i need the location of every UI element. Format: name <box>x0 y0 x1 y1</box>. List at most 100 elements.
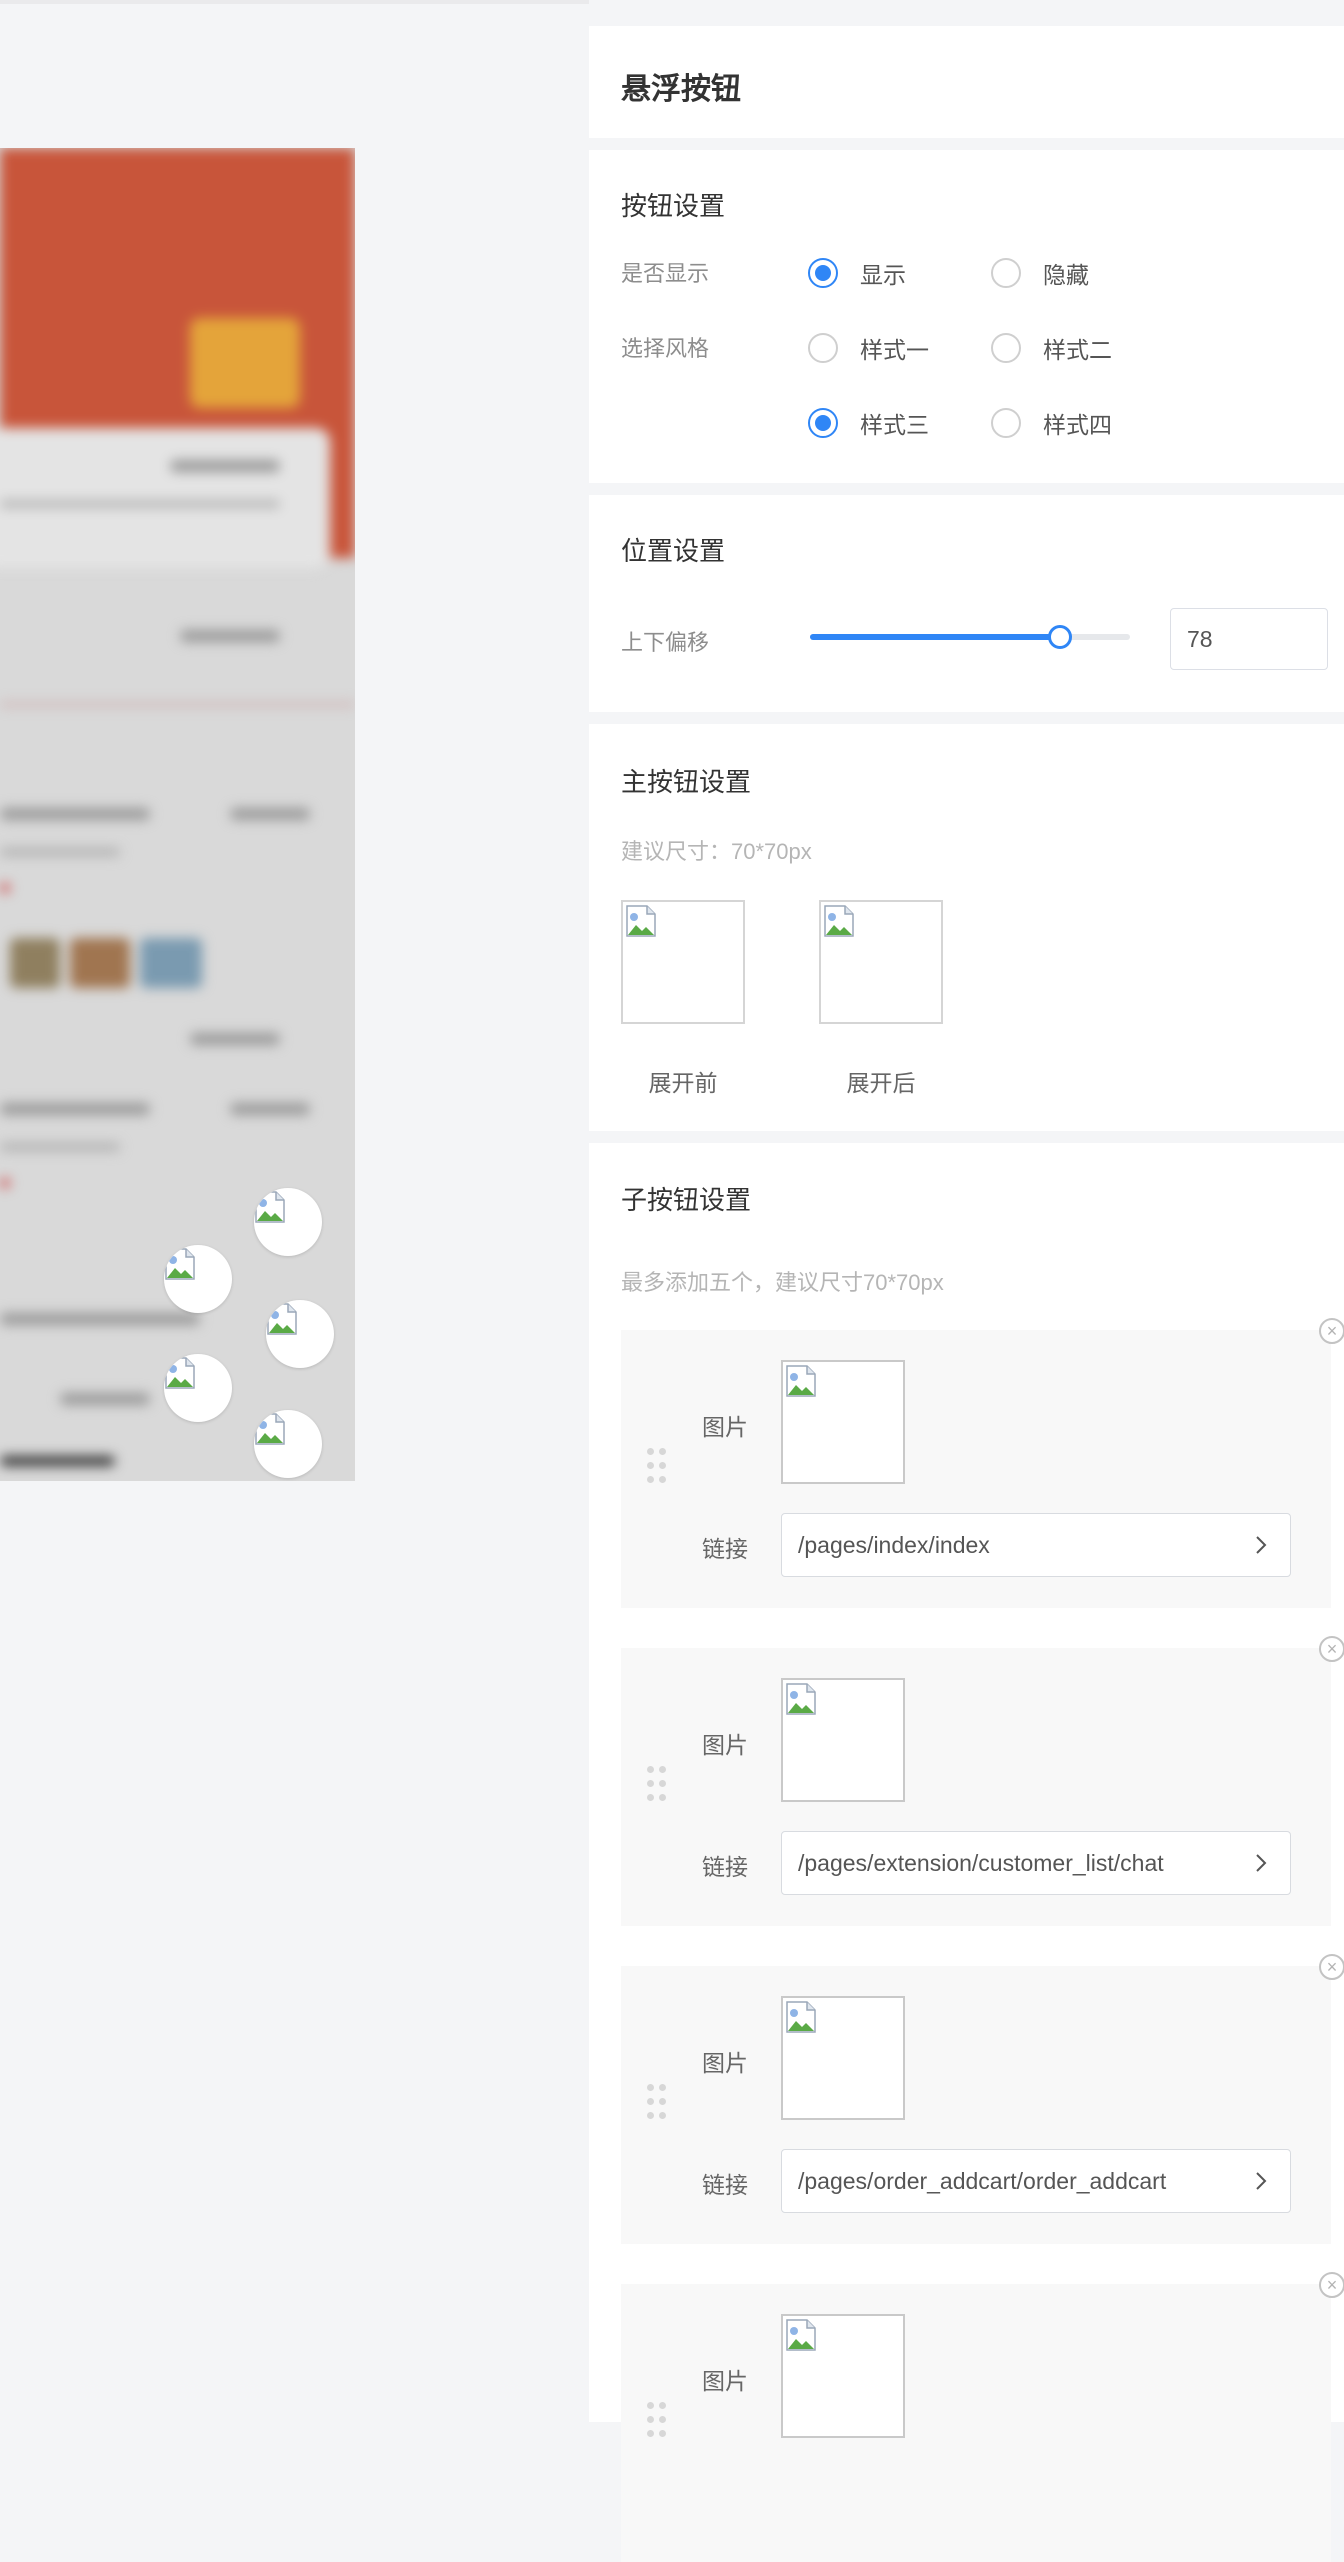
radio-style-1[interactable]: 样式一 <box>808 330 929 366</box>
broken-image-icon <box>626 905 656 937</box>
preview-text-bar <box>230 808 310 820</box>
show-label: 是否显示 <box>621 261 710 286</box>
image-label: 图片 <box>702 1732 748 1758</box>
sub-button-card: × 图片 链接 /pages/order_addcart/order_addca… <box>621 1954 1344 2244</box>
link-value: /pages/index/index <box>798 1532 990 1558</box>
broken-image-icon <box>786 1683 816 1715</box>
image-label: 图片 <box>702 2368 748 2394</box>
section-title: 按钮设置 <box>621 191 726 221</box>
drag-handle-icon[interactable] <box>647 1766 667 1802</box>
preview-text-bar <box>190 1033 280 1045</box>
preview-thumb <box>10 938 60 988</box>
drag-handle-icon[interactable] <box>647 2402 667 2438</box>
radio-style-3[interactable]: 样式三 <box>808 405 929 441</box>
close-circle-icon[interactable]: × <box>1319 1954 1344 1980</box>
radio-circle <box>808 333 838 363</box>
radio-label: 样式四 <box>1043 412 1112 438</box>
preview-text-bar <box>180 630 280 642</box>
float-main-button[interactable] <box>254 1410 322 1478</box>
float-sub-button[interactable] <box>254 1188 322 1256</box>
preview-text-bar <box>0 1313 200 1325</box>
close-circle-icon[interactable]: × <box>1319 2272 1344 2298</box>
chevron-right-icon <box>1256 1854 1267 1872</box>
link-value: /pages/order_addcart/order_addcart <box>798 2168 1167 2194</box>
broken-image-icon <box>165 1248 195 1280</box>
caption-after: 展开后 <box>846 1070 916 1096</box>
offset-label: 上下偏移 <box>621 630 710 655</box>
preview-card <box>0 428 330 568</box>
preview-thumb <box>140 938 202 988</box>
image-upload-before[interactable] <box>621 900 745 1024</box>
radio-label: 显示 <box>860 262 906 288</box>
sub-image-upload[interactable] <box>781 1678 905 1802</box>
chevron-right-icon <box>1256 2172 1267 2190</box>
link-select[interactable]: /pages/index/index <box>781 1513 1291 1577</box>
sub-image-upload[interactable] <box>781 1360 905 1484</box>
radio-circle <box>808 258 838 288</box>
broken-image-icon <box>786 2001 816 2033</box>
slider-handle[interactable] <box>1047 625 1072 649</box>
link-select[interactable]: /pages/extension/customer_list/chat <box>781 1831 1291 1895</box>
position-settings-section <box>589 495 1344 712</box>
link-label: 链接 <box>702 2172 748 2198</box>
broken-image-icon <box>267 1303 297 1335</box>
preview-text-bar <box>170 460 280 472</box>
radio-style-4[interactable]: 样式四 <box>991 405 1112 441</box>
section-title: 主按钮设置 <box>621 767 752 797</box>
preview-thumb <box>70 938 130 988</box>
offset-slider[interactable] <box>810 625 1130 649</box>
sub-buttons-section: 子按钮设置 最多添加五个，建议尺寸70*70px × 图片 链接 /pages/… <box>589 1143 1344 2562</box>
link-label: 链接 <box>702 1536 748 1562</box>
radio-hide[interactable]: 隐藏 <box>991 255 1089 291</box>
size-hint: 建议尺寸：70*70px <box>621 839 812 864</box>
link-label: 链接 <box>702 1854 748 1880</box>
sub-button-card: × 图片 <box>621 2272 1344 2562</box>
preview-logo <box>190 318 300 408</box>
slider-fill <box>810 634 1060 640</box>
float-sub-button[interactable] <box>266 1300 334 1368</box>
close-circle-icon[interactable]: × <box>1319 1636 1344 1662</box>
preview-dot <box>0 1178 10 1188</box>
preview-text-bar <box>0 1143 120 1151</box>
section-title: 位置设置 <box>621 536 726 566</box>
panel-header: 悬浮按钮 <box>589 26 1344 138</box>
radio-show[interactable]: 显示 <box>808 255 906 291</box>
sub-button-card: × 图片 链接 /pages/extension/customer_list/c… <box>621 1636 1344 1926</box>
link-select[interactable]: /pages/order_addcart/order_addcart <box>781 2149 1291 2213</box>
broken-image-icon <box>786 2319 816 2351</box>
preview-text-bar <box>0 1103 150 1115</box>
preview-text-bar <box>60 1393 150 1405</box>
radio-style-2[interactable]: 样式二 <box>991 330 1112 366</box>
drag-handle-icon[interactable] <box>647 1448 667 1484</box>
radio-label: 样式三 <box>860 412 929 438</box>
phone-preview <box>0 148 355 1481</box>
preview-divider <box>0 703 355 706</box>
chevron-right-icon <box>1256 1536 1267 1554</box>
radio-circle <box>991 408 1021 438</box>
image-upload-after[interactable] <box>819 900 943 1024</box>
float-sub-button[interactable] <box>164 1354 232 1422</box>
button-settings-section: 按钮设置 是否显示 显示 隐藏 选择风格 样式一 样式二 样式三 样式四 <box>589 150 1344 483</box>
preview-home-indicator <box>0 1456 115 1466</box>
settings-panel: 悬浮按钮 按钮设置 是否显示 显示 隐藏 选择风格 样式一 样式二 样式三 样式… <box>589 0 1344 2562</box>
radio-circle <box>991 258 1021 288</box>
sub-image-upload[interactable] <box>781 1996 905 2120</box>
drag-handle-icon[interactable] <box>647 2084 667 2120</box>
preview-dot <box>0 883 10 893</box>
broken-image-icon <box>165 1357 195 1389</box>
panel-title: 悬浮按钮 <box>621 73 741 106</box>
broken-image-icon <box>255 1191 285 1223</box>
radio-label: 样式一 <box>860 337 929 363</box>
preview-text-bar <box>230 1103 310 1115</box>
close-circle-icon[interactable]: × <box>1319 1318 1344 1344</box>
sub-image-upload[interactable] <box>781 2314 905 2438</box>
float-sub-button[interactable] <box>164 1245 232 1313</box>
broken-image-icon <box>824 905 854 937</box>
radio-circle <box>991 333 1021 363</box>
sub-button-card: × 图片 链接 /pages/index/index <box>621 1318 1344 1608</box>
offset-input[interactable]: 78 <box>1170 608 1328 670</box>
preview-text-bar <box>0 808 150 820</box>
radio-circle <box>808 408 838 438</box>
broken-image-icon <box>786 1365 816 1397</box>
preview-text-bar <box>0 500 280 508</box>
